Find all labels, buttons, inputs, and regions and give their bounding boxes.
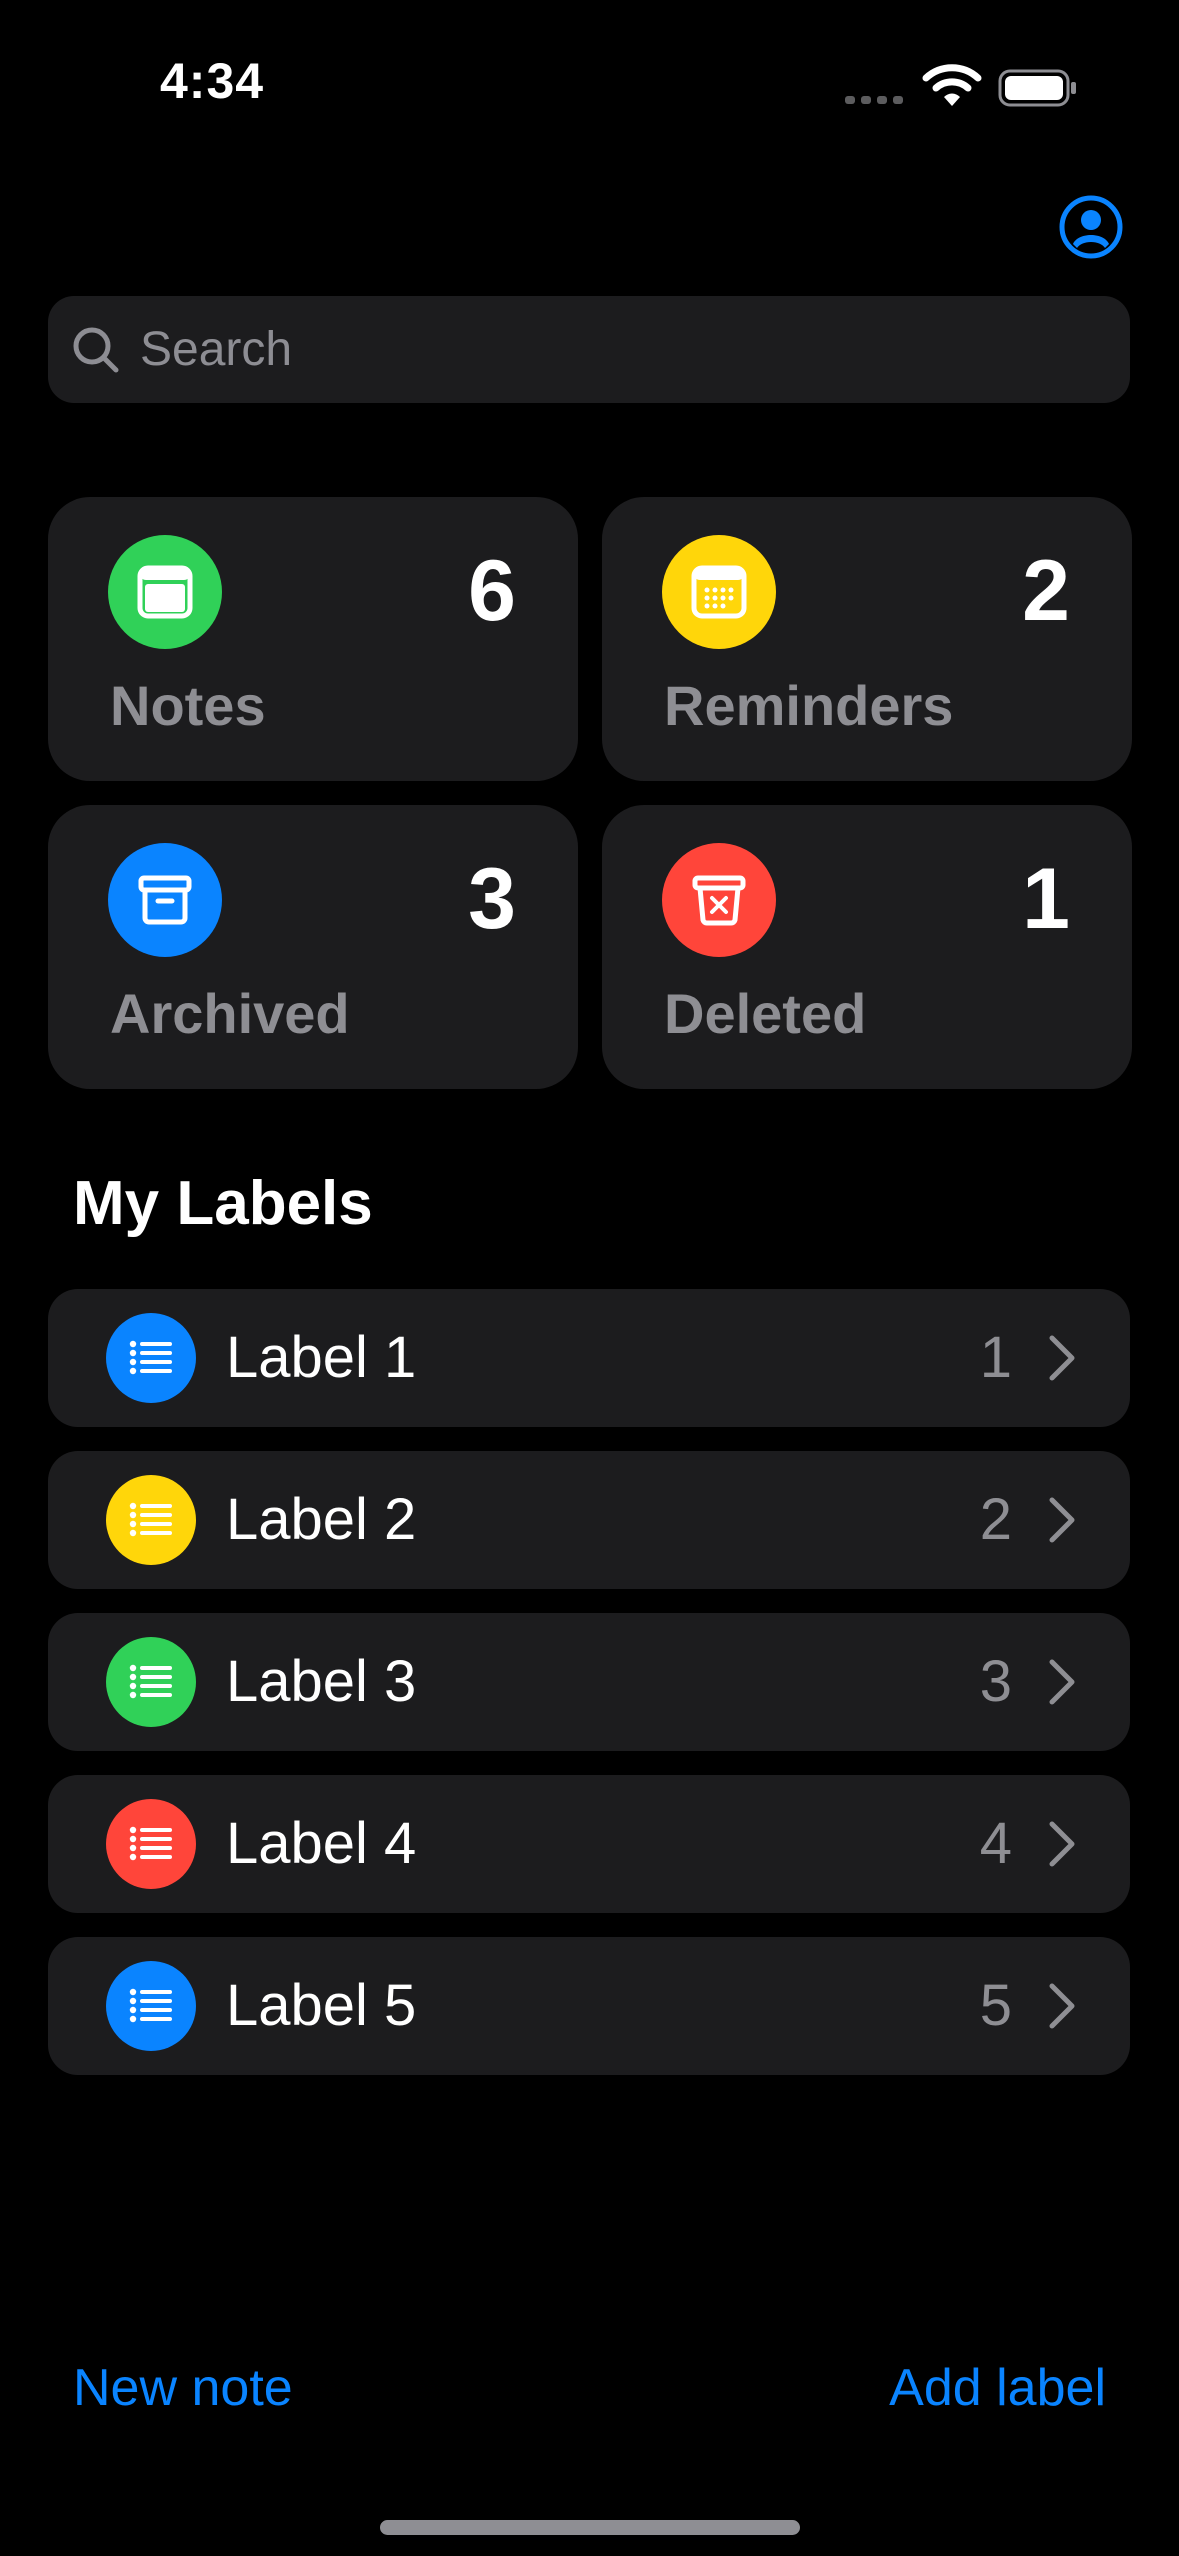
label-name: Label 4 <box>226 1811 417 1876</box>
chevron-right-icon <box>1049 1335 1075 1381</box>
label-name: Label 1 <box>226 1325 417 1390</box>
archived-label: Archived <box>110 982 350 1045</box>
list-icon <box>106 1799 196 1889</box>
list-icon <box>106 1475 196 1565</box>
label-row-3[interactable]: Label 3 3 <box>48 1613 1130 1751</box>
search-bar[interactable] <box>48 296 1130 403</box>
cellular-signal-icon <box>845 96 903 104</box>
label-count: 2 <box>979 1487 1012 1552</box>
chevron-right-icon <box>1049 1497 1075 1543</box>
add-label-button[interactable]: Add label <box>889 2358 1106 2418</box>
label-count: 1 <box>979 1325 1012 1390</box>
home-indicator[interactable] <box>380 2520 800 2535</box>
battery-icon <box>998 69 1076 107</box>
deleted-label: Deleted <box>664 982 867 1045</box>
deleted-card[interactable]: 1 Deleted <box>602 805 1132 1089</box>
chevron-right-icon <box>1049 1659 1075 1705</box>
search-input[interactable] <box>138 321 1130 378</box>
deleted-count: 1 <box>1022 851 1070 947</box>
chevron-right-icon <box>1049 1821 1075 1867</box>
label-name: Label 2 <box>226 1487 417 1552</box>
notes-label: Notes <box>110 674 266 737</box>
note-icon <box>108 535 222 649</box>
archived-card[interactable]: 3 Archived <box>48 805 578 1089</box>
reminders-count: 2 <box>1022 543 1070 639</box>
profile-icon[interactable] <box>1058 194 1124 260</box>
chevron-right-icon <box>1049 1983 1075 2029</box>
label-row-1[interactable]: Label 1 1 <box>48 1289 1130 1427</box>
label-count: 3 <box>979 1649 1012 1714</box>
label-row-2[interactable]: Label 2 2 <box>48 1451 1130 1589</box>
list-icon <box>106 1637 196 1727</box>
notes-card[interactable]: 6 Notes <box>48 497 578 781</box>
new-note-button[interactable]: New note <box>73 2358 293 2418</box>
section-title-my-labels: My Labels <box>73 1169 373 1238</box>
list-icon <box>106 1313 196 1403</box>
label-count: 4 <box>979 1811 1012 1876</box>
label-row-5[interactable]: Label 5 5 <box>48 1937 1130 2075</box>
notes-count: 6 <box>468 543 516 639</box>
list-icon <box>106 1961 196 2051</box>
search-icon <box>73 327 119 372</box>
label-name: Label 3 <box>226 1649 417 1714</box>
label-count: 5 <box>979 1973 1012 2038</box>
reminders-label: Reminders <box>664 674 954 737</box>
archive-box-icon <box>108 843 222 957</box>
label-row-4[interactable]: Label 4 4 <box>48 1775 1130 1913</box>
archived-count: 3 <box>468 851 516 947</box>
trash-icon <box>662 843 776 957</box>
label-name: Label 5 <box>226 1973 417 2038</box>
calendar-icon <box>662 535 776 649</box>
reminders-card[interactable]: 2 Reminders <box>602 497 1132 781</box>
wifi-icon <box>922 64 982 106</box>
status-time: 4:34 <box>160 53 265 109</box>
